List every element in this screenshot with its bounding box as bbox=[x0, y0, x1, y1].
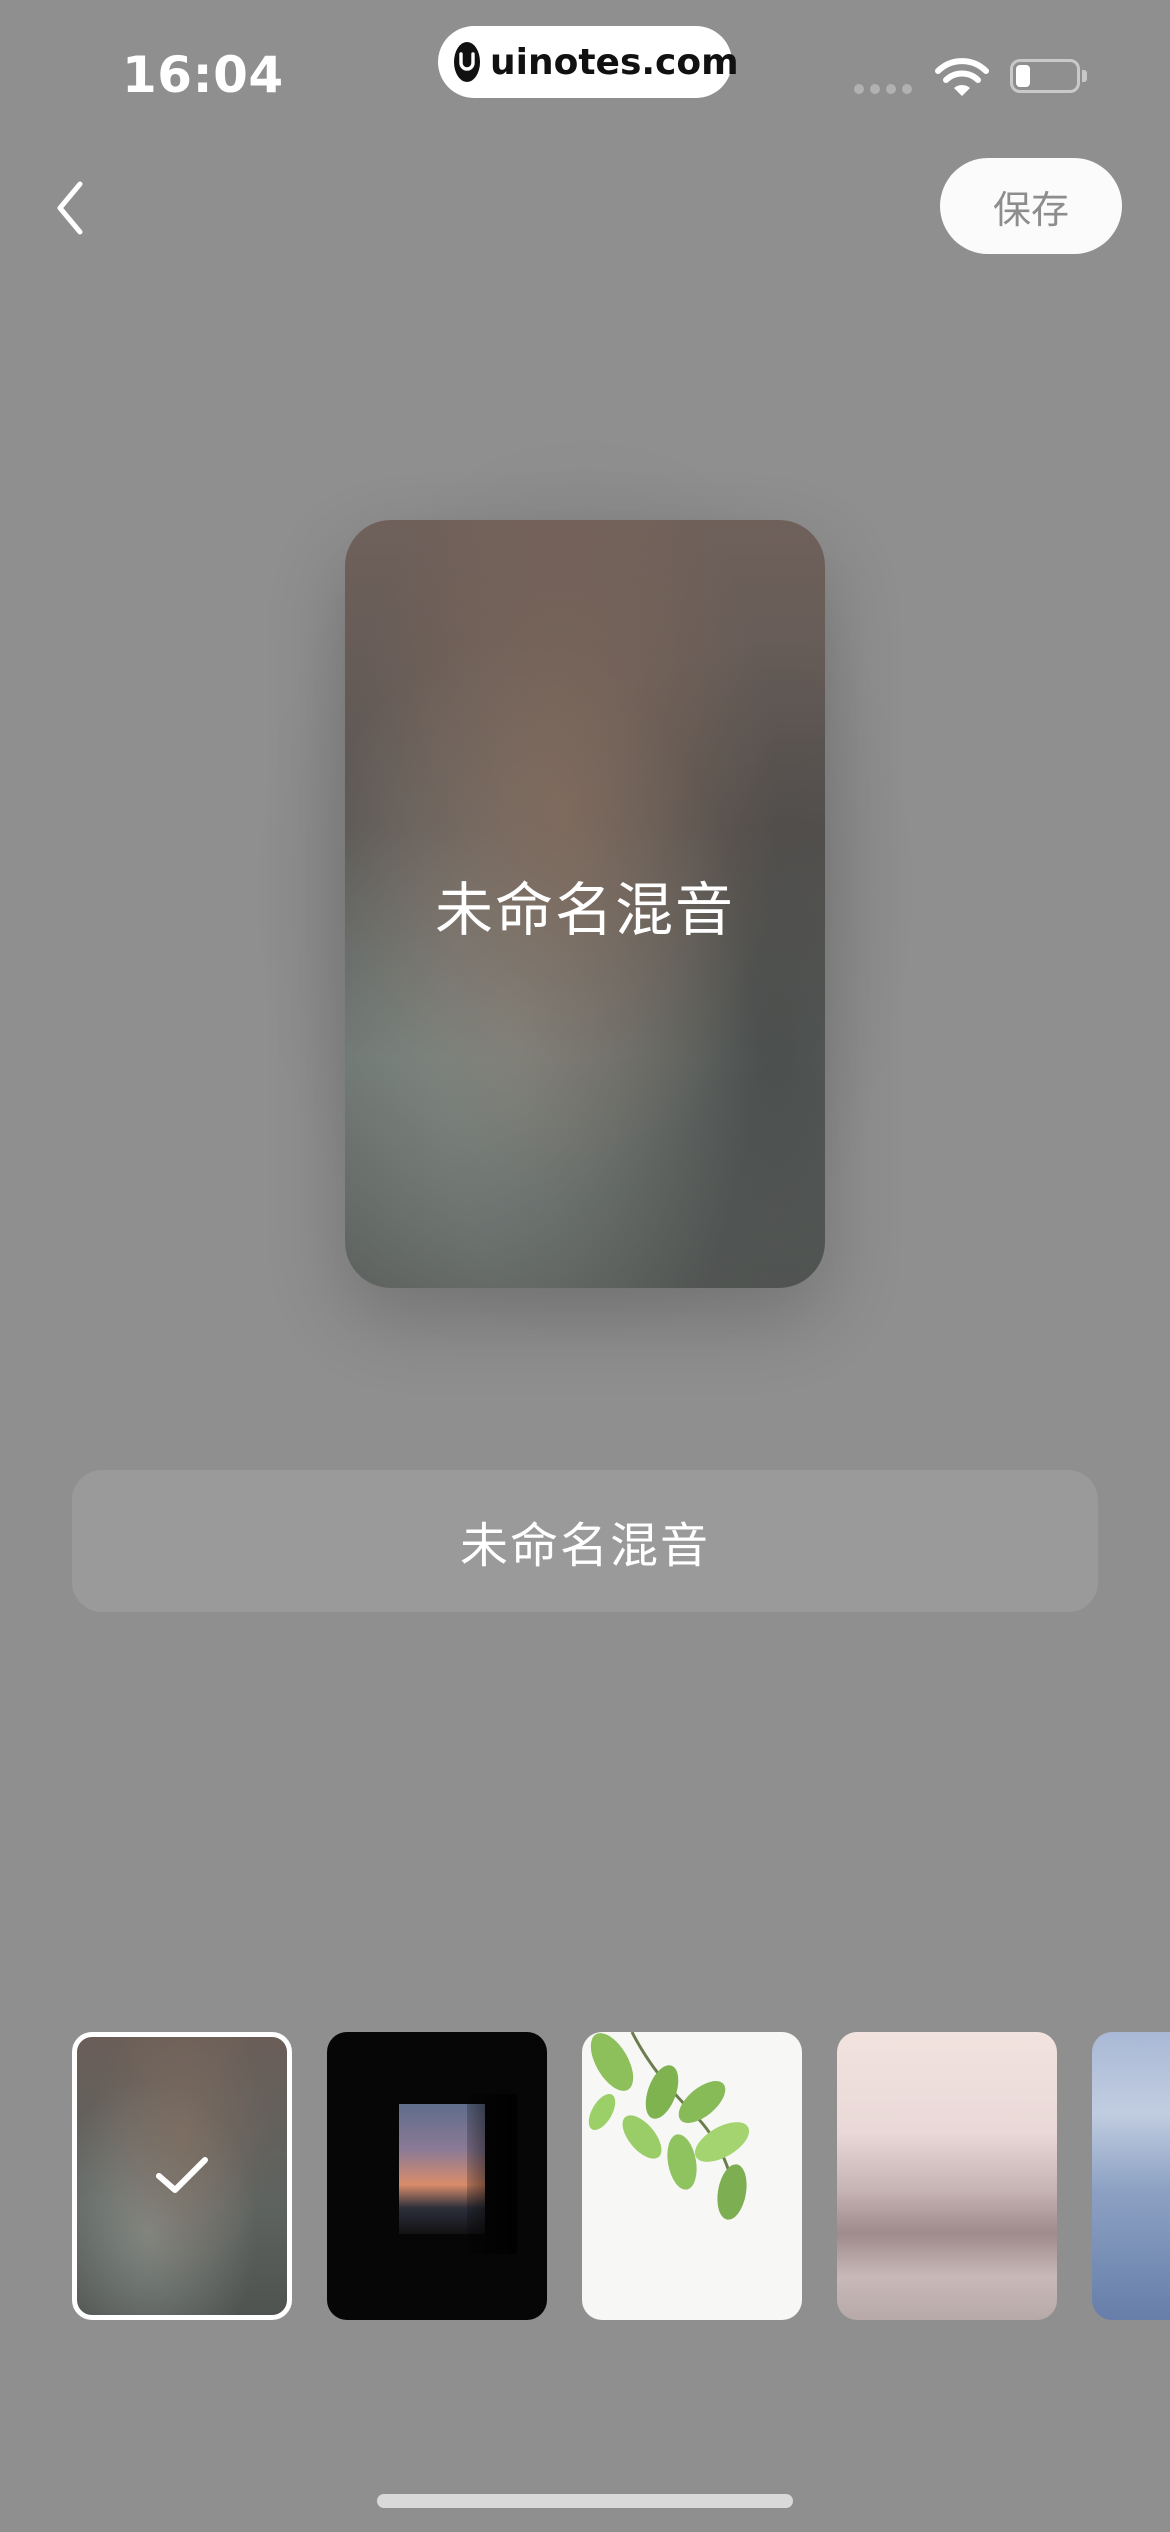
thumbnail-window-sunset[interactable] bbox=[327, 2032, 547, 2320]
wifi-icon bbox=[934, 58, 990, 100]
watermark-text: uinotes.com bbox=[490, 41, 739, 83]
cover-title: 未命名混音 bbox=[434, 876, 735, 944]
battery-level bbox=[1016, 65, 1030, 87]
chevron-left-icon bbox=[57, 181, 83, 235]
save-button[interactable]: 保存 bbox=[940, 158, 1122, 254]
signal-dots-icon bbox=[854, 84, 914, 94]
mix-name-value: 未命名混音 bbox=[459, 1518, 710, 1574]
watermark-logo-icon bbox=[454, 42, 480, 82]
check-icon bbox=[156, 2157, 208, 2193]
cover-thumbnail-list bbox=[0, 2032, 1170, 2322]
curtain-image bbox=[467, 2094, 517, 2254]
thumbnail-blurred-default[interactable] bbox=[72, 2032, 292, 2320]
thumbnail-sea-sky[interactable] bbox=[1092, 2032, 1170, 2320]
cover-preview: 未命名混音 bbox=[345, 520, 825, 1288]
watermark-pill: uinotes.com bbox=[438, 26, 739, 98]
battery-icon bbox=[1010, 59, 1080, 93]
back-button[interactable] bbox=[40, 168, 100, 248]
thumbnail-green-leaves[interactable] bbox=[582, 2032, 802, 2320]
battery-tip bbox=[1082, 70, 1087, 82]
mix-name-field[interactable]: 未命名混音 bbox=[72, 1470, 1098, 1612]
leaves-image bbox=[588, 2032, 750, 2220]
status-time: 16:04 bbox=[122, 46, 284, 104]
thumbnail-snowy-hills[interactable] bbox=[837, 2032, 1057, 2320]
status-bar: 16:04 uinotes.com bbox=[0, 0, 1170, 130]
home-indicator bbox=[377, 2494, 793, 2508]
